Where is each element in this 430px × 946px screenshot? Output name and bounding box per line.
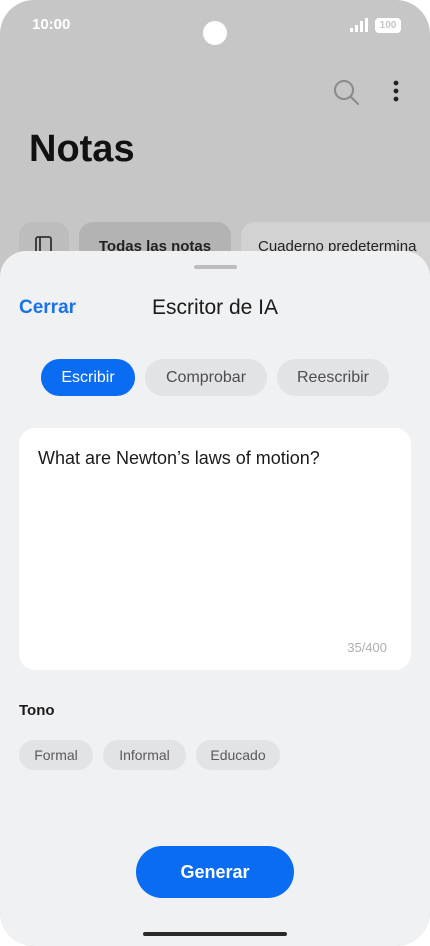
tone-label: Tono [19, 702, 55, 719]
char-counter: 35/400 [347, 640, 387, 655]
tab-rewrite[interactable]: Reescribir [277, 359, 389, 396]
page-title: Notas [29, 128, 135, 170]
phone-screen: 10:00 100 Notas Todas las notas Cuaderno… [0, 0, 430, 946]
sheet-grabber[interactable] [194, 265, 237, 269]
ai-writer-sheet: Cerrar Escritor de IA Escribir Comprobar… [0, 251, 430, 946]
status-time: 10:00 [32, 16, 71, 33]
home-indicator[interactable] [143, 932, 287, 936]
search-icon[interactable] [332, 78, 360, 106]
tone-chip-informal[interactable]: Informal [103, 740, 186, 770]
tone-chip-polite[interactable]: Educado [196, 740, 280, 770]
tone-chip-formal[interactable]: Formal [19, 740, 93, 770]
tab-check[interactable]: Comprobar [145, 359, 267, 396]
generate-button[interactable]: Generar [136, 846, 294, 898]
sheet-title: Escritor de IA [151, 296, 279, 319]
more-vertical-icon[interactable] [386, 78, 406, 106]
prompt-text[interactable]: What are Newton’s laws of motion? [38, 446, 393, 470]
tab-write[interactable]: Escribir [41, 359, 135, 396]
battery-icon: 100 [375, 18, 401, 33]
camera-cutout [203, 21, 227, 45]
prompt-input[interactable]: What are Newton’s laws of motion? 35/400 [19, 428, 411, 670]
signal-icon [350, 18, 368, 32]
